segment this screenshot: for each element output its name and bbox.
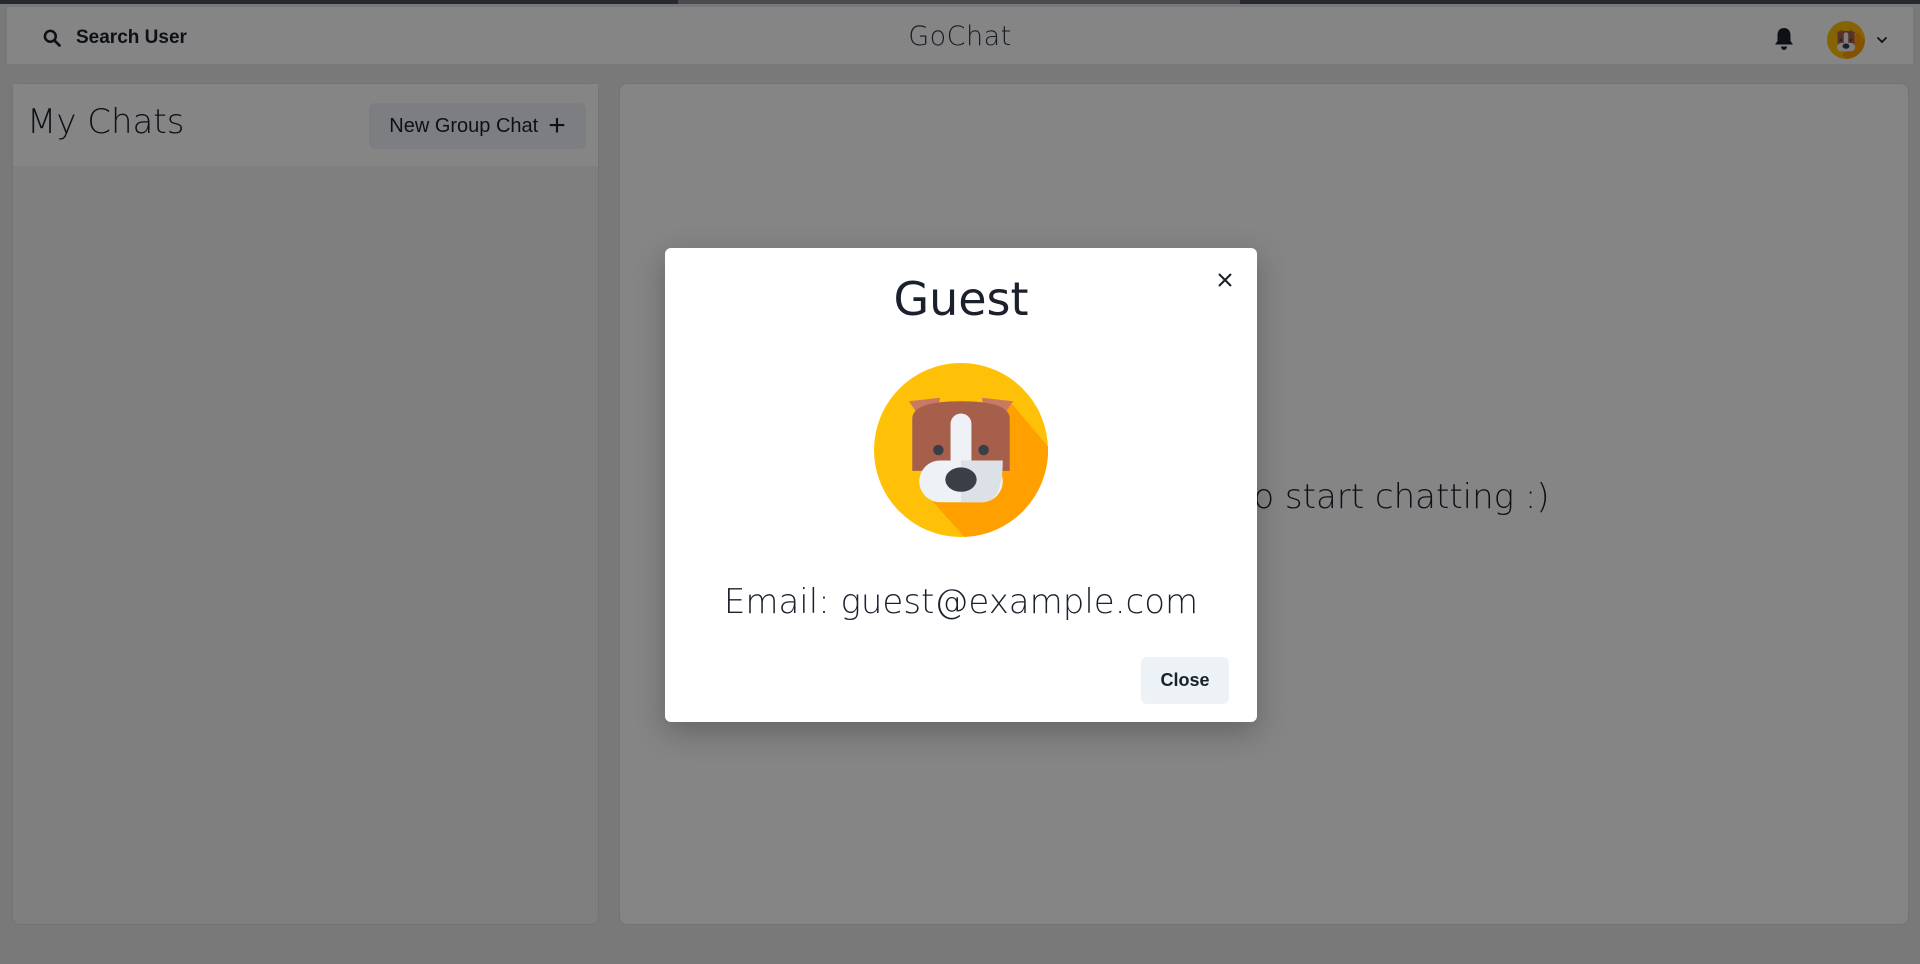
profile-avatar-image: [874, 363, 1048, 537]
profile-modal: Guest Email: guest@example.com Close: [665, 248, 1257, 722]
close-button[interactable]: Close: [1141, 657, 1229, 704]
modal-title: Guest: [893, 272, 1029, 326]
profile-email: Email: guest@example.com: [723, 582, 1199, 622]
